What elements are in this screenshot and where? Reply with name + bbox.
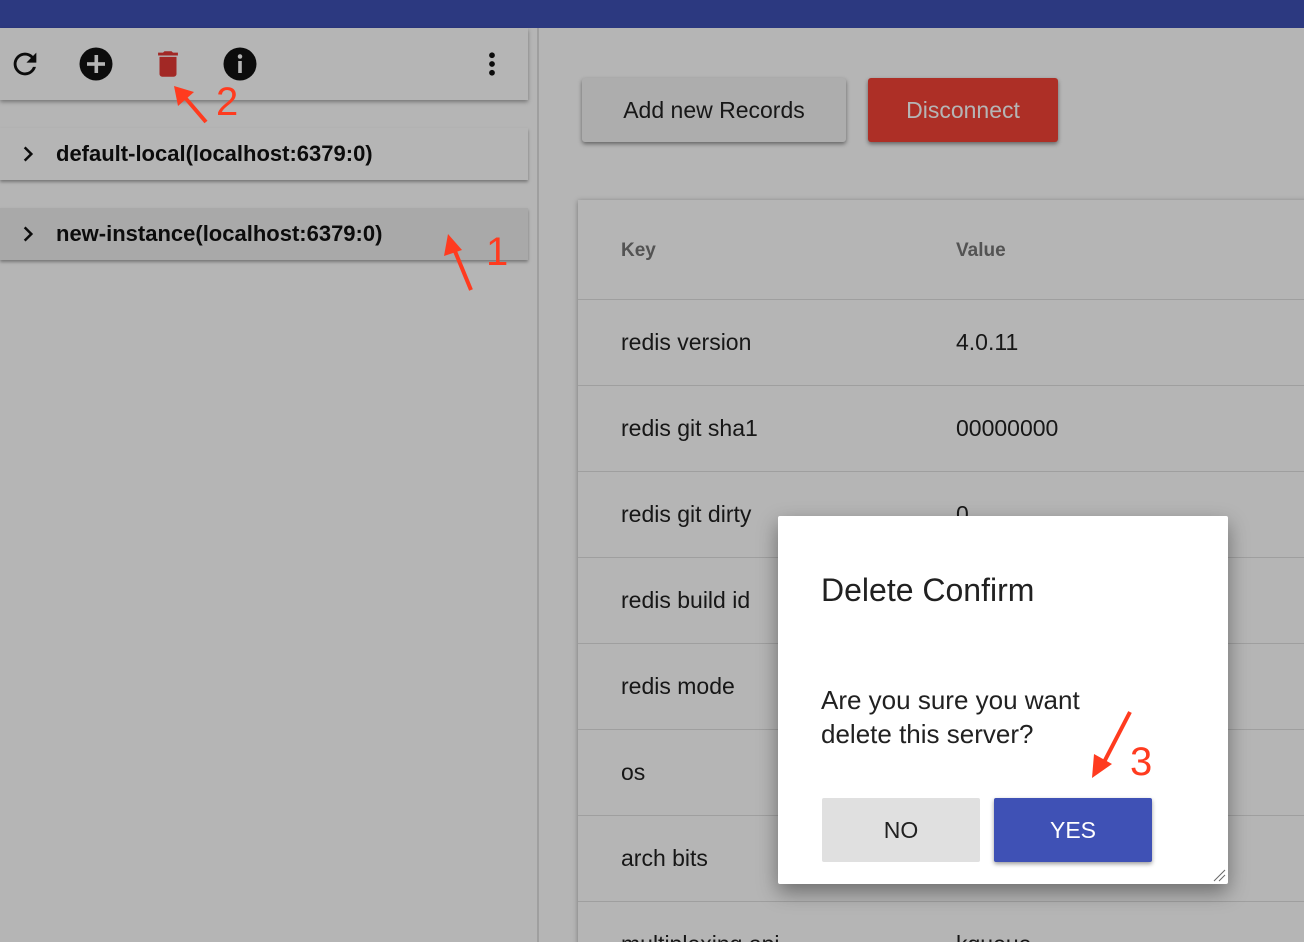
delete-confirm-dialog: Delete Confirm Are you sure you want del… — [778, 516, 1228, 884]
annotation-number-2: 2 — [216, 80, 239, 124]
annotation-arrow-3-icon — [1092, 711, 1132, 778]
annotation-arrow-2-icon — [174, 86, 208, 124]
dialog-title: Delete Confirm — [821, 572, 1035, 608]
resize-grip-icon[interactable] — [1212, 868, 1226, 882]
annotation-number-3: 3 — [1130, 740, 1153, 784]
yes-button[interactable]: YES — [994, 798, 1152, 862]
annotation-arrow-1-icon — [444, 234, 473, 291]
no-button[interactable]: NO — [822, 798, 980, 862]
annotation-number-1: 1 — [486, 230, 509, 274]
